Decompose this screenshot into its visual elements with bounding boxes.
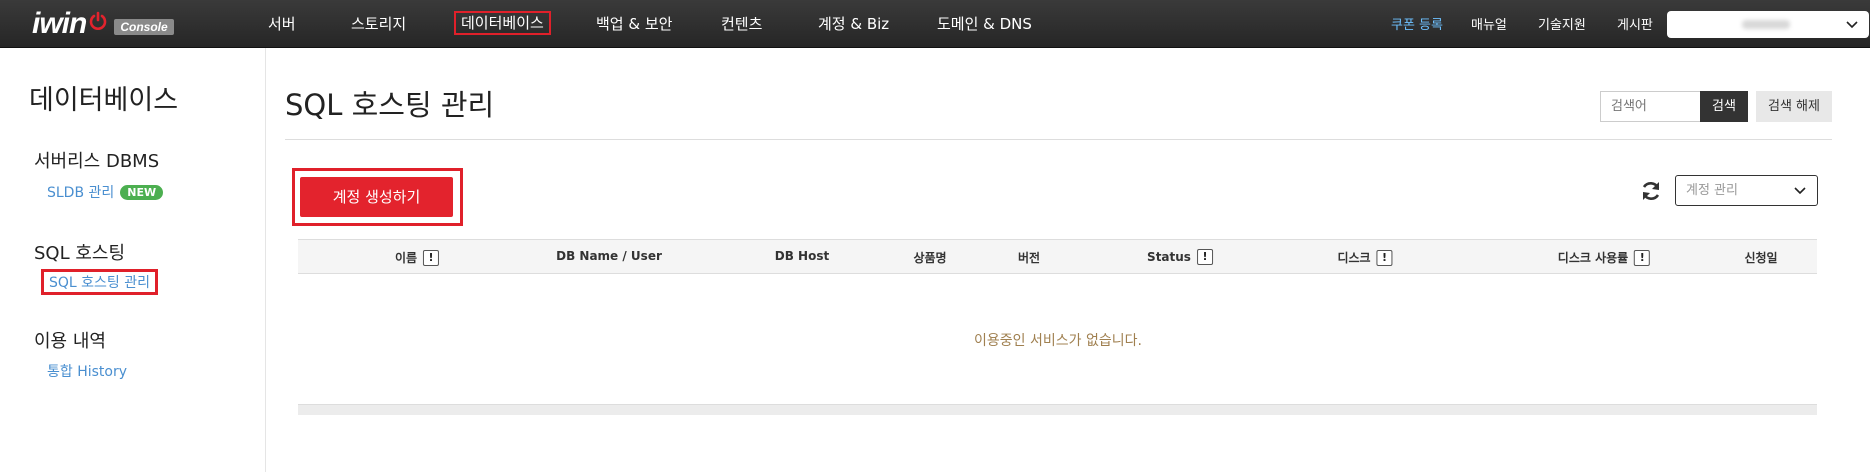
search-button[interactable]: 검색	[1700, 91, 1748, 122]
page-title: SQL 호스팅 관리	[285, 88, 495, 122]
column-label: 디스크 사용률	[1557, 251, 1629, 265]
logo-text: iwin	[32, 7, 87, 40]
empty-table-message: 이용중인 서비스가 없습니다.	[974, 333, 1142, 349]
new-badge: NEW	[120, 185, 164, 200]
table-footer	[298, 404, 1817, 415]
support-link[interactable]: 기술지원	[1538, 14, 1586, 33]
sidebar-item-sldb[interactable]: SLDB 관리 NEW	[47, 182, 164, 202]
column-product: 상품명	[913, 249, 946, 266]
column-label: DB Host	[774, 249, 830, 263]
table-header: 이름! DB Name / User DB Host 상품명 버전 Status…	[298, 239, 1817, 274]
column-label: DB Name / User	[556, 249, 662, 263]
sidebar-item-label: SQL 호스팅 관리	[49, 275, 151, 291]
sidebar-group-sql-hosting: SQL 호스팅	[34, 243, 126, 264]
column-version: 버전	[1018, 249, 1040, 266]
nav-server[interactable]: 서버	[268, 12, 296, 36]
column-db-host: DB Host	[775, 249, 829, 263]
create-account-button[interactable]: 계정 생성하기	[300, 177, 453, 217]
title-divider	[285, 139, 1832, 140]
account-select[interactable]	[1667, 11, 1869, 38]
account-manage-select[interactable]: 계정 관리	[1675, 175, 1818, 206]
sidebar-title: 데이터베이스	[29, 85, 179, 116]
info-icon[interactable]: !	[1196, 249, 1213, 265]
nav-account-biz[interactable]: 계정 & Biz	[818, 12, 889, 36]
sidebar-group-serverless-dbms: 서버리스 DBMS	[34, 151, 160, 172]
create-account-highlight: 계정 생성하기	[292, 168, 463, 226]
column-status: Status!	[1147, 249, 1213, 265]
coupon-link[interactable]: 쿠폰 등록	[1391, 14, 1443, 33]
nav-backup-security[interactable]: 백업 & 보안	[596, 12, 672, 36]
logo[interactable]: iwin Console	[32, 7, 174, 40]
chevron-down-icon	[1794, 187, 1806, 195]
account-manage-select-value: 계정 관리	[1686, 183, 1738, 198]
info-icon[interactable]: !	[423, 249, 440, 266]
info-icon[interactable]: !	[1634, 249, 1651, 266]
nav-database[interactable]: 데이터베이스	[454, 11, 551, 35]
search-reset-button[interactable]: 검색 해제	[1756, 91, 1832, 122]
sidebar-item-label: 통합 History	[47, 364, 128, 380]
chevron-down-icon	[1846, 21, 1858, 29]
sidebar-item-sql-hosting-manage[interactable]: SQL 호스팅 관리	[41, 269, 159, 295]
refresh-icon[interactable]	[1639, 179, 1663, 203]
manual-link[interactable]: 매뉴얼	[1471, 14, 1507, 33]
sidebar: 데이터베이스 서버리스 DBMS SLDB 관리 NEW SQL 호스팅 SQL …	[0, 48, 266, 472]
nav-storage[interactable]: 스토리지	[351, 12, 406, 36]
column-disk: 디스크!	[1337, 249, 1393, 266]
column-label: 버전	[1017, 251, 1041, 265]
power-icon	[90, 11, 107, 30]
column-label: 신청일	[1744, 251, 1778, 265]
sidebar-item-history[interactable]: 통합 History	[47, 361, 127, 381]
sidebar-group-usage: 이용 내역	[34, 331, 106, 352]
column-applied-date: 신청일	[1744, 249, 1777, 266]
sidebar-item-label: SLDB 관리	[47, 185, 115, 201]
column-label: 디스크	[1337, 251, 1371, 265]
column-label: 상품명	[913, 251, 947, 265]
search-input[interactable]	[1600, 91, 1700, 122]
top-navigation-bar: iwin Console 서버 스토리지 데이터베이스 백업 & 보안 컨텐츠 …	[0, 0, 1870, 48]
account-name-redacted	[1742, 20, 1790, 29]
column-name: 이름!	[394, 249, 440, 266]
nav-contents[interactable]: 컨텐츠	[721, 12, 762, 36]
column-db-name-user: DB Name / User	[556, 249, 662, 263]
info-icon[interactable]: !	[1376, 249, 1393, 266]
column-label: 이름	[394, 251, 418, 265]
nav-domain-dns[interactable]: 도메인 & DNS	[937, 12, 1032, 36]
board-link[interactable]: 게시판	[1617, 14, 1653, 33]
column-label: Status	[1147, 250, 1191, 264]
console-badge: Console	[114, 19, 174, 35]
column-disk-usage: 디스크 사용률!	[1557, 249, 1651, 266]
